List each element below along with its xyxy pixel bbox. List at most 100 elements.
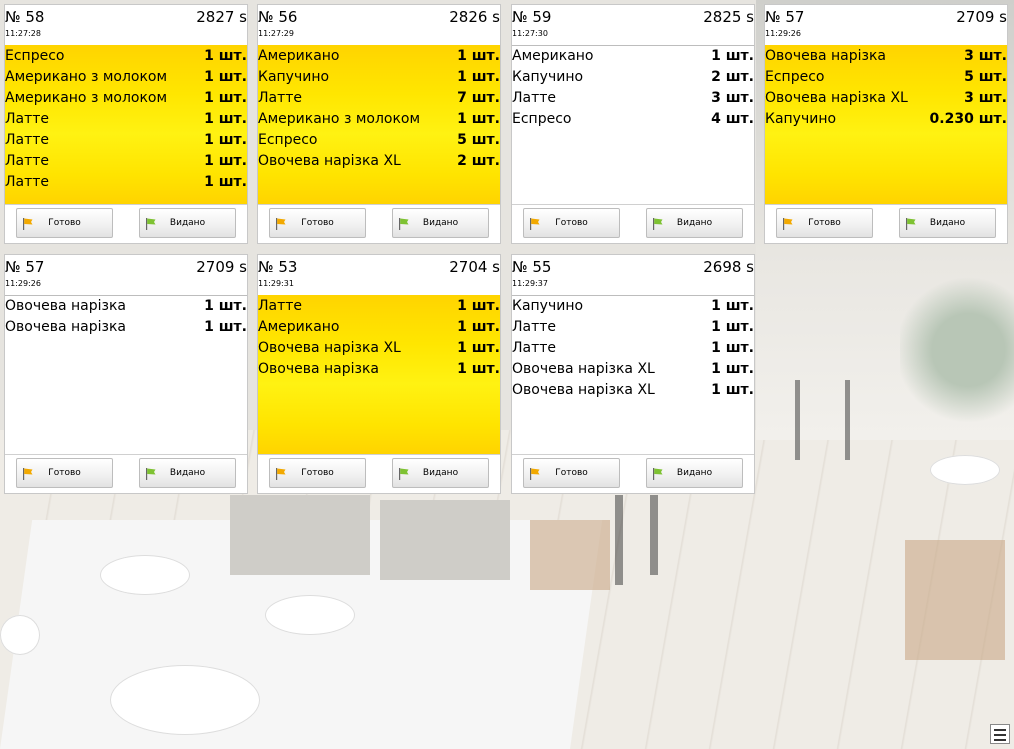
table-leg [615, 495, 623, 585]
order-items: Американо 1 шт. Капучино 2 шт. Латте 3 шт. Есп… [512, 45, 754, 207]
item-quantity: 1 шт. [204, 89, 247, 106]
order-number: № 59 [512, 8, 552, 26]
order-card[interactable]: № 59 2825 s 11:27:30 Американо 1 шт. Капучино… [511, 4, 755, 244]
item-quantity: 1 шт. [457, 68, 500, 85]
item-name: Еспресо [5, 47, 65, 64]
item-name: Латте [5, 152, 50, 169]
ready-label: Готово [301, 468, 334, 478]
order-item: Еспресо 5 шт. [258, 129, 500, 150]
order-card[interactable]: № 53 2704 s 11:29:31 Латте 1 шт. Американо 1 ш… [257, 254, 501, 494]
order-card[interactable]: № 57 2709 s 11:29:26 Овочева нарізка 3 шт. Ес… [764, 4, 1008, 244]
item-quantity: 1 шт. [204, 68, 247, 85]
ready-button[interactable]: Готово [269, 458, 366, 488]
issued-button[interactable]: Видано [646, 458, 743, 488]
order-card[interactable]: № 56 2826 s 11:27:29 Американо 1 шт. Капучино… [257, 4, 501, 244]
item-name: Овочева нарізка [5, 297, 126, 314]
item-quantity: 1 шт. [204, 110, 247, 127]
item-name: Латте [5, 173, 50, 190]
item-name: Американо [258, 47, 340, 64]
item-quantity: 4 шт. [711, 110, 754, 127]
item-name: Американо з молоком [258, 110, 421, 127]
item-quantity: 1 шт. [204, 47, 247, 64]
order-card[interactable]: № 58 2827 s 11:27:28 Еспресо 1 шт. Американо … [4, 4, 248, 244]
issued-button[interactable]: Видано [392, 458, 489, 488]
order-actions: Готово Видано [765, 204, 1007, 243]
order-time: 11:27:30 [512, 29, 548, 38]
stool-leg [795, 380, 800, 460]
item-name: Овочева нарізка XL [765, 89, 908, 106]
order-item: Капучино 2 шт. [512, 66, 754, 87]
order-actions: Готово Видано [258, 454, 500, 493]
order-item: Американо 1 шт. [258, 316, 500, 337]
item-name: Латте [5, 110, 50, 127]
order-actions: Готово Видано [512, 204, 754, 243]
order-item: Овочева нарізка 1 шт. [5, 316, 247, 337]
issued-button[interactable]: Видано [392, 208, 489, 238]
item-quantity: 1 шт. [204, 152, 247, 169]
ready-label: Готово [555, 468, 588, 478]
ready-button[interactable]: Готово [16, 458, 113, 488]
plate [930, 455, 1000, 485]
item-quantity: 1 шт. [457, 110, 500, 127]
order-card[interactable]: № 55 2698 s 11:29:37 Капучино 1 шт. Латте 1 шт… [511, 254, 755, 494]
elapsed-seconds: 2704 s [449, 258, 500, 276]
issued-button[interactable]: Видано [646, 208, 743, 238]
order-items: Еспресо 1 шт. Американо з молоком 1 шт. Амер… [5, 45, 247, 207]
ready-label: Готово [555, 218, 588, 228]
order-item: Овочева нарізка XL 1 шт. [258, 337, 500, 358]
issued-button[interactable]: Видано [139, 458, 236, 488]
elapsed-seconds: 2826 s [449, 8, 500, 26]
item-quantity: 1 шт. [457, 360, 500, 377]
order-item: Латте 3 шт. [512, 87, 754, 108]
ready-button[interactable]: Готово [269, 208, 366, 238]
item-quantity: 0.230 шт. [929, 110, 1007, 127]
order-actions: Готово Видано [512, 454, 754, 493]
elapsed-seconds: 2698 s [703, 258, 754, 276]
order-item: Овочева нарізка XL 2 шт. [258, 150, 500, 171]
item-quantity: 5 шт. [964, 68, 1007, 85]
item-quantity: 3 шт. [711, 89, 754, 106]
item-quantity: 5 шт. [457, 131, 500, 148]
order-number: № 55 [512, 258, 552, 276]
order-card[interactable]: № 57 2709 s 11:29:26 Овочева нарізка 1 шт. Ов… [4, 254, 248, 494]
ready-button[interactable]: Готово [523, 458, 620, 488]
plate [0, 615, 40, 655]
order-number: № 56 [258, 8, 298, 26]
order-item: Еспресо 5 шт. [765, 66, 1007, 87]
issued-label: Видано [676, 218, 713, 228]
item-name: Еспресо [258, 131, 318, 148]
item-quantity: 1 шт. [711, 360, 754, 377]
issued-button[interactable]: Видано [139, 208, 236, 238]
ready-button[interactable]: Готово [16, 208, 113, 238]
order-item: Латте 1 шт. [5, 171, 247, 192]
order-items: Американо 1 шт. Капучино 1 шт. Латте 7 шт. Аме… [258, 45, 500, 207]
ready-label: Готово [48, 468, 81, 478]
menu-icon[interactable] [990, 724, 1010, 744]
item-name: Американо з молоком [5, 89, 168, 106]
order-header: № 58 2827 s 11:27:28 [5, 5, 247, 46]
chair [530, 520, 610, 590]
item-name: Капучино [512, 297, 584, 314]
item-quantity: 2 шт. [711, 68, 754, 85]
order-number: № 57 [5, 258, 45, 276]
ready-button[interactable]: Готово [776, 208, 873, 238]
ready-button[interactable]: Готово [523, 208, 620, 238]
order-time: 11:27:28 [5, 29, 41, 38]
plate [100, 555, 190, 595]
issued-button[interactable]: Видано [899, 208, 996, 238]
item-name: Латте [258, 89, 303, 106]
order-item: Латте 7 шт. [258, 87, 500, 108]
item-name: Овочева нарізка [5, 318, 126, 335]
issued-label: Видано [422, 218, 459, 228]
order-items: Латте 1 шт. Американо 1 шт. Овочева нарізка … [258, 295, 500, 457]
order-item: Латте 1 шт. [5, 108, 247, 129]
item-name: Еспресо [765, 68, 825, 85]
order-actions: Готово Видано [258, 204, 500, 243]
chair [905, 540, 1005, 660]
stool-leg [845, 380, 850, 460]
order-items: Овочева нарізка 1 шт. Овочева нарізка 1 шт. [5, 295, 247, 457]
order-item: Американо з молоком 1 шт. [5, 87, 247, 108]
order-item: Латте 1 шт. [5, 129, 247, 150]
order-number: № 57 [765, 8, 805, 26]
order-item: Овочева нарізка XL 1 шт. [512, 358, 754, 379]
